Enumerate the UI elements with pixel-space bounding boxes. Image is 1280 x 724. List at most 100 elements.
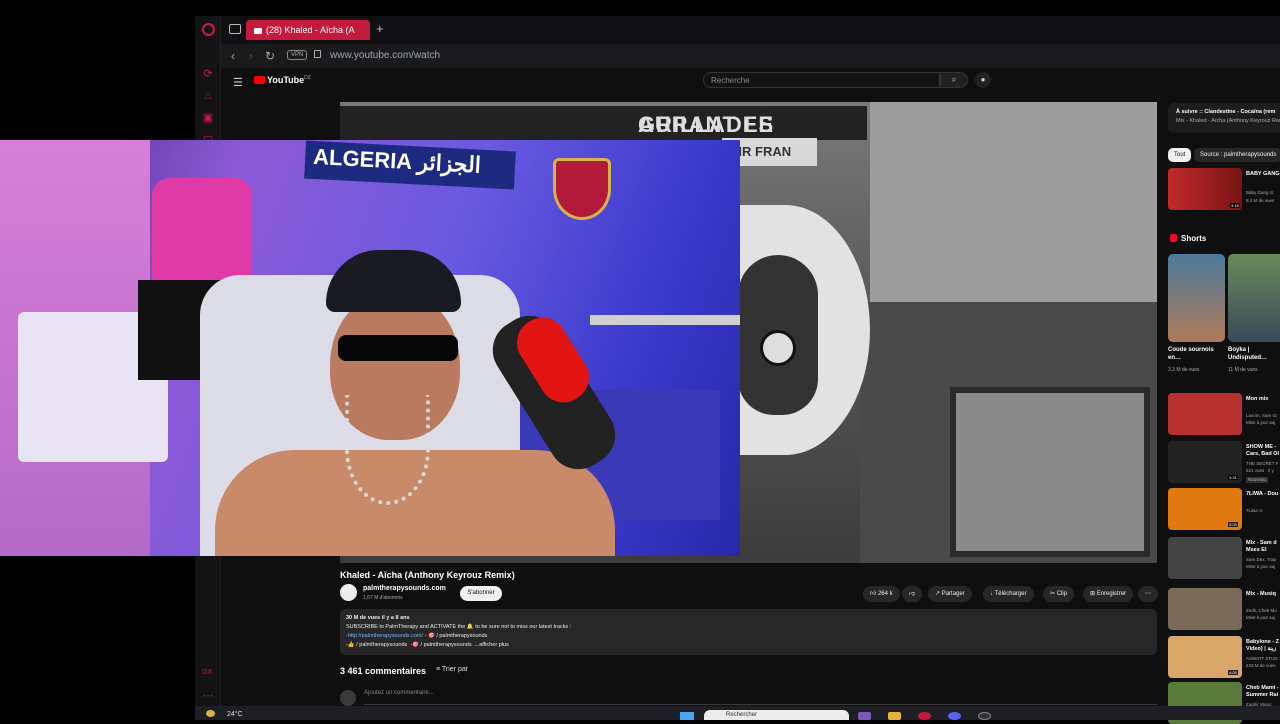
description-link[interactable]: -http://palmtherapysounds.com/ xyxy=(346,633,423,639)
storefront xyxy=(870,102,1157,302)
hoodie xyxy=(152,178,252,288)
short-thumbnail[interactable] xyxy=(1168,254,1225,342)
video-thumbnail[interactable] xyxy=(1168,588,1242,630)
video-title[interactable]: Babylone - Z Video) | زينة xyxy=(1246,639,1280,653)
duration-badge: 3:03 xyxy=(1228,522,1238,527)
video-channel: 7Liwa ⊙ xyxy=(1246,508,1263,513)
video-meta: Mise à jour auj xyxy=(1246,420,1276,425)
video-channel: ASWATT STUD xyxy=(1246,656,1278,661)
video-thumbnail[interactable] xyxy=(1168,393,1242,435)
video-meta: 521 vues · il y xyxy=(1246,468,1274,473)
video-thumbnail[interactable] xyxy=(1168,537,1242,579)
new-tab-button[interactable]: + xyxy=(376,21,384,36)
duration-badge: 4:05 xyxy=(1228,670,1238,675)
video-meta: 5,4 M de vues xyxy=(1246,198,1275,203)
save-button[interactable]: ⊞ Enregistrer xyxy=(1083,586,1134,602)
description-line: SUBSCRIBE to PalmTherapy and ACTIVATE th… xyxy=(346,624,572,630)
video-title[interactable]: 7LIWA - Dou xyxy=(1246,491,1280,505)
more-icon[interactable]: ⋯ xyxy=(201,690,215,702)
region-code: DZ xyxy=(304,75,311,81)
windows-start-icon[interactable] xyxy=(680,712,694,720)
video-title: Khaled - Aïcha (Anthony Keyrouz Remix) xyxy=(340,570,515,580)
grillades-sign: GRILLADES xyxy=(638,112,775,137)
sort-button[interactable]: ≡ Trier par xyxy=(436,666,468,673)
subscribe-button[interactable]: S'abonner xyxy=(460,586,502,601)
reload-icon[interactable]: ↻ xyxy=(265,49,275,63)
video-title[interactable]: Cheb Mami - Summer Rai xyxy=(1246,685,1280,699)
channel-subscribers: 1,67 M d'abonnés xyxy=(363,595,403,601)
download-button[interactable]: ↓ Télécharger xyxy=(983,586,1034,602)
webcam-overlay: ALGERIA الجزائر xyxy=(0,140,740,556)
channel-avatar[interactable] xyxy=(340,584,357,601)
duration-badge: 3:31 xyxy=(1228,475,1238,480)
bag-icon[interactable]: ⌂ xyxy=(201,90,215,102)
twitch-icon[interactable]: ▣ xyxy=(201,112,215,124)
more-actions-icon[interactable]: ⋯ xyxy=(1138,586,1158,602)
show-more-link[interactable]: ...afficher plus xyxy=(475,642,509,648)
share-button[interactable]: ↗ Partager xyxy=(928,586,972,602)
weather-widget[interactable]: 24°C xyxy=(206,710,243,718)
vpn-badge[interactable]: VPN xyxy=(287,50,308,60)
description-box[interactable]: 30 M de vues il y a 8 ans SUBSCRIBE to P… xyxy=(340,609,1157,655)
youtube-play-icon xyxy=(254,76,265,84)
algeria-scarf: ALGERIA الجزائر xyxy=(304,140,516,190)
history-icon[interactable]: ⟳ xyxy=(201,68,215,80)
forward-icon[interactable]: › xyxy=(249,49,253,63)
up-next-subtitle: Mix - Khaled - Aïcha (Anthony Keyrouz Re… xyxy=(1176,118,1280,124)
video-title[interactable]: Mon mix xyxy=(1246,396,1280,410)
menu-icon[interactable]: ☰ xyxy=(233,76,243,89)
search-icon[interactable]: ⌕ xyxy=(940,72,968,88)
obs-icon[interactable] xyxy=(978,712,991,720)
short-views: 11 M de vues xyxy=(1228,367,1258,373)
dislike-button[interactable]: 👎︎ xyxy=(902,586,923,602)
eye-icon xyxy=(760,330,796,366)
car-window xyxy=(950,387,1150,557)
url-field[interactable]: www.youtube.com/watch xyxy=(330,50,440,61)
microphone-icon[interactable]: ● xyxy=(975,72,991,88)
chain xyxy=(345,395,430,505)
video-title[interactable]: Mix - Sam d Mses El Koul xyxy=(1246,540,1280,554)
shorts-icon xyxy=(1170,234,1177,242)
search-input[interactable]: Recherche xyxy=(703,72,940,88)
lock-icon[interactable] xyxy=(314,50,321,58)
share-icon: ↗ xyxy=(935,591,942,597)
tab-youtube[interactable]: (28) Khaled - Aïcha (A xyxy=(246,20,370,40)
video-channel: Zedk, Cheb Mo xyxy=(1246,608,1277,613)
shorts-heading: Shorts xyxy=(1170,234,1206,243)
up-next-card[interactable]: À suivre :: Clandestine - Cocaïna (rem M… xyxy=(1168,103,1280,133)
chip-all[interactable]: Tout xyxy=(1168,148,1192,162)
clip-button[interactable]: ✂ Clip xyxy=(1043,586,1075,602)
description-links: -http://palmtherapysounds.com/ - 🎯 / pal… xyxy=(346,633,488,639)
video-meta: 233 M de vues xyxy=(1246,663,1276,668)
video-title[interactable]: BABY GANG OMEGA - KR xyxy=(1246,171,1280,178)
chip-source[interactable]: Source : palmtherapysounds xyxy=(1194,148,1280,162)
gx-label[interactable]: GX xyxy=(202,669,212,676)
video-channel: Lacrim, Sam Gi xyxy=(1246,413,1278,418)
teams-icon[interactable] xyxy=(858,712,871,720)
taskbar-search[interactable]: Rechercher xyxy=(704,710,849,720)
back-icon[interactable]: ‹ xyxy=(231,49,235,63)
short-title[interactable]: Coude sournois en… xyxy=(1168,346,1225,362)
video-title[interactable]: Mix - Musiq xyxy=(1246,591,1280,605)
channel-name[interactable]: palmtherapysounds.com xyxy=(363,585,446,592)
opera-logo-icon[interactable] xyxy=(202,23,215,36)
shop-sign: AURANT LE GRILLADES xyxy=(340,106,867,140)
description-links-2: -👍 / palmtherapysounds -🎯 / palmtherapys… xyxy=(346,642,509,648)
short-thumbnail[interactable] xyxy=(1228,254,1280,342)
video-channel: THE SECRET F xyxy=(1246,461,1279,466)
folder-icon[interactable] xyxy=(888,712,901,720)
comment-input[interactable]: Ajoutez un commentaire... xyxy=(364,690,1157,705)
sunglasses xyxy=(338,335,458,361)
video-title[interactable]: SHOW ME - Cars, Bad Ol xyxy=(1246,444,1280,458)
tab-island-icon[interactable] xyxy=(229,24,241,34)
duration-badge: 3:18 xyxy=(1230,203,1240,208)
scissors-icon: ✂ xyxy=(1050,591,1057,597)
discord-icon[interactable] xyxy=(948,712,961,720)
opera-gx-icon[interactable] xyxy=(918,712,931,720)
like-button[interactable]: 👍︎ 264 k xyxy=(863,586,900,602)
short-title[interactable]: Boyka | Undisputed… xyxy=(1228,346,1280,362)
youtube-logo[interactable]: YouTubeDZ xyxy=(254,75,311,85)
description-stats: 30 M de vues il y a 8 ans xyxy=(346,615,410,621)
short-views: 3,3 M de vues xyxy=(1168,367,1200,373)
weather-icon xyxy=(206,710,215,717)
